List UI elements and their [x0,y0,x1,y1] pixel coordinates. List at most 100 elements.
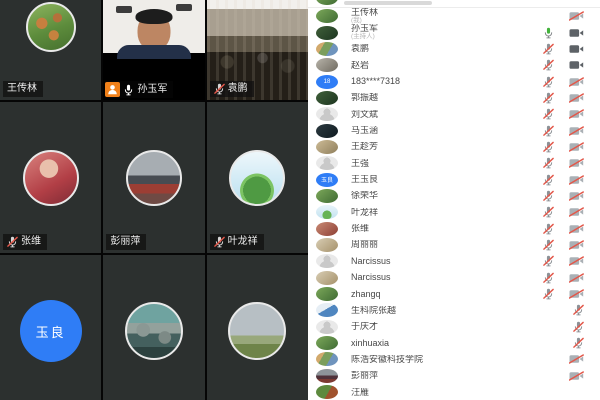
status-icons [543,125,584,137]
mic-muted-icon[interactable] [573,337,584,349]
camera-off-icon[interactable] [569,93,584,103]
camera-off-icon[interactable] [569,240,584,250]
participant-row-王强[interactable]: 王强 [308,155,600,171]
participant-role-label: (主持人) [351,34,543,41]
camera-off-icon[interactable] [569,207,584,217]
participant-name: 张维 [21,235,41,249]
participant-row-xinhuaxia[interactable]: xinhuaxia [308,335,600,351]
participant-row-183****7318[interactable]: 18183****7318 [308,73,600,89]
participant-avatar [316,140,338,154]
video-tile-叶龙祥[interactable]: 叶龙祥 [207,102,308,253]
mic-muted-icon[interactable] [543,59,554,71]
video-tile-slot-7[interactable]: 玉良 [0,255,101,400]
camera-off-icon[interactable] [569,191,584,201]
video-tile-slot-9[interactable] [207,255,308,400]
camera-on-icon[interactable] [569,28,584,38]
video-tile-袁鹏[interactable]: 袁鹏 [207,0,308,100]
participant-row-Narcissus[interactable]: Narcissus [308,270,600,286]
initials-avatar: 玉良 [20,300,82,362]
participant-row-彭丽萍[interactable]: 彭丽萍 [308,368,600,384]
status-icons [573,321,584,333]
participant-name-block: 王玉良 [351,175,543,184]
video-tile-彭丽萍[interactable]: 彭丽萍 [103,102,204,253]
camera-off-icon[interactable] [569,273,584,283]
video-tile-slot-8[interactable] [103,255,204,400]
mic-muted-icon[interactable] [543,255,554,267]
camera-on-icon[interactable] [569,44,584,54]
mic-muted-icon[interactable] [543,92,554,104]
participant-panel: 王传林(我)孙玉军(主持人)袁鹏赵岩18183****7318郭振越刘文斌马玉涵… [308,0,600,400]
camera-off-icon[interactable] [569,109,584,119]
participant-row-于庆才[interactable]: 于庆才 [308,319,600,335]
video-tile-王传林[interactable]: 王传林 [0,0,101,100]
participant-avatar [126,150,182,206]
participant-row-汪雁[interactable]: 汪雁 [308,384,600,400]
mic-muted-icon[interactable] [543,141,554,153]
mic-muted-icon[interactable] [543,76,554,88]
participant-row-张维[interactable]: 张维 [308,220,600,236]
participant-row-刘文斌[interactable]: 刘文斌 [308,106,600,122]
participant-name-block: 183****7318 [351,77,543,86]
participant-row-王玉良[interactable]: 玉良 王玉良 [308,171,600,187]
camera-on-icon[interactable] [569,60,584,70]
camera-off-icon[interactable] [569,142,584,152]
participant-name-block: 生科院张越 [351,306,573,315]
mic-muted-icon[interactable] [543,206,554,218]
participant-row-赵岩[interactable]: 赵岩 [308,57,600,73]
camera-off-icon[interactable] [569,224,584,234]
participant-name: 周丽丽 [351,240,543,249]
mic-muted-icon[interactable] [543,223,554,235]
video-tile-张维[interactable]: 张维 [0,102,101,253]
participant-row-马玉涵[interactable]: 马玉涵 [308,122,600,138]
mic-muted-icon[interactable] [543,272,554,284]
camera-off-icon[interactable] [569,77,584,87]
status-icons [569,11,584,21]
camera-off-icon[interactable] [569,256,584,266]
participant-name-block: 汪雁 [351,388,584,397]
camera-off-icon[interactable] [569,175,584,185]
mic-muted-icon[interactable] [573,321,584,333]
camera-off-icon[interactable] [569,289,584,299]
participant-row-陈浩安徽科技学院[interactable]: 陈浩安徽科技学院 [308,351,600,367]
participant-name: zhangq [351,290,543,299]
mic-muted-icon[interactable] [573,304,584,316]
mic-muted-icon[interactable] [543,190,554,202]
participant-name: 袁鹏 [228,82,248,96]
mic-muted-icon[interactable] [543,239,554,251]
video-tile-孙玉军[interactable]: 孙玉军 [103,0,204,100]
camera-off-icon[interactable] [569,126,584,136]
participant-row-叶龙祥[interactable]: 叶龙祥 [308,204,600,220]
tile-name-label: 孙玉军 [105,81,173,98]
participant-row-Narcissus[interactable]: Narcissus [308,253,600,269]
camera-off-icon[interactable] [569,11,584,21]
participant-row-郭振越[interactable]: 郭振越 [308,90,600,106]
participant-row-王传林[interactable]: 王传林(我) [308,8,600,24]
mic-muted-icon[interactable] [543,125,554,137]
mic-active-icon[interactable] [543,27,554,39]
mic-muted-icon[interactable] [543,288,554,300]
participant-row-徐荣华[interactable]: 徐荣华 [308,188,600,204]
participant-name-block: 叶龙祥 [351,208,543,217]
participant-row-zhangq[interactable]: zhangq [308,286,600,302]
camera-off-icon[interactable] [569,158,584,168]
participant-avatar [316,0,338,5]
partial-participant-row[interactable] [308,0,600,7]
mic-muted-icon[interactable] [543,108,554,120]
mic-muted-icon[interactable] [543,157,554,169]
camera-off-icon[interactable] [569,371,584,381]
mic-muted-icon[interactable] [543,174,554,186]
participant-name: 张维 [351,224,543,233]
participant-name-block: 徐荣华 [351,191,543,200]
meeting-window: 王传林孙玉军袁鹏张维彭丽萍叶龙祥玉良 王传林(我)孙玉军(主持人)袁鹏赵岩181… [0,0,600,400]
participant-row-生科院张越[interactable]: 生科院张越 [308,302,600,318]
participant-name: xinhuaxia [351,339,573,348]
participant-row-袁鹏[interactable]: 袁鹏 [308,41,600,57]
participant-avatar: 玉良 [316,173,338,187]
participant-name: 于庆才 [351,322,573,331]
participant-avatar [316,42,338,56]
mic-muted-icon[interactable] [543,43,554,55]
participant-row-王趁芳[interactable]: 王趁芳 [308,139,600,155]
camera-off-icon[interactable] [569,354,584,364]
participant-row-孙玉军[interactable]: 孙玉军(主持人) [308,24,600,40]
participant-row-周丽丽[interactable]: 周丽丽 [308,237,600,253]
